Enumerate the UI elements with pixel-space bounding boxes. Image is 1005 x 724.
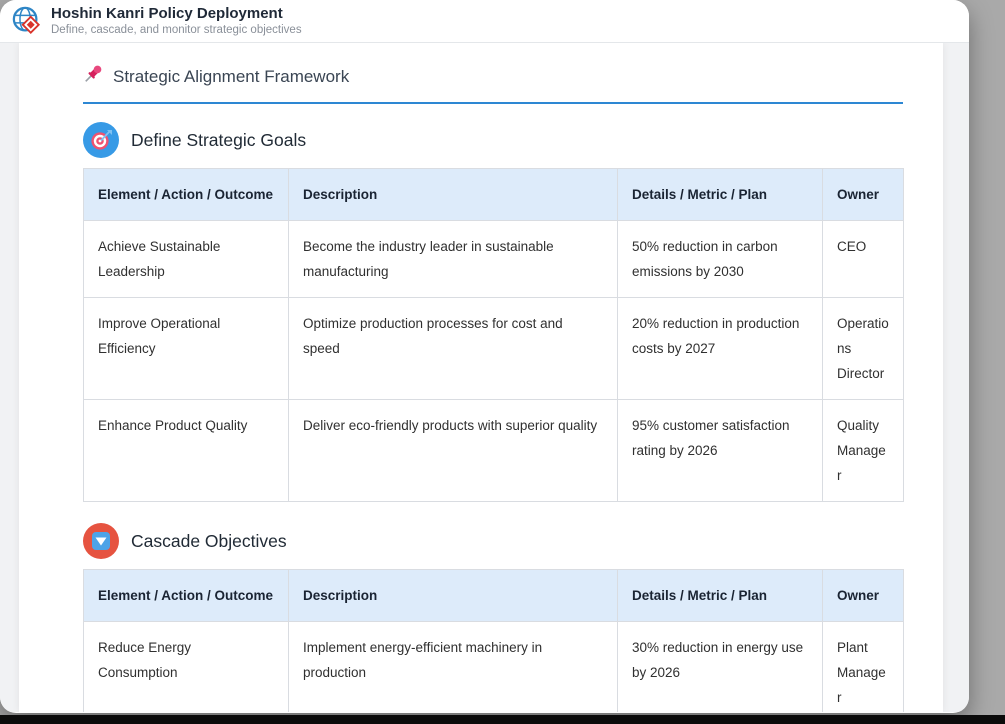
main-heading-text: Strategic Alignment Framework <box>113 67 349 87</box>
main-heading: Strategic Alignment Framework <box>83 43 903 89</box>
define-goals-table: Element / Action / OutcomeDescriptionDet… <box>83 168 904 502</box>
table-row: Achieve Sustainable LeadershipBecome the… <box>84 221 904 298</box>
app-subtitle: Define, cascade, and monitor strategic o… <box>51 24 302 37</box>
column-header: Element / Action / Outcome <box>84 169 289 221</box>
app-header: Hoshin Kanri Policy Deployment Define, c… <box>0 0 969 43</box>
app-logo-icon <box>12 6 42 36</box>
section-title: Define Strategic Goals <box>131 130 306 151</box>
column-header: Description <box>289 169 618 221</box>
table-cell: Improve Operational Efficiency <box>84 298 289 400</box>
screen-bottom-edge <box>0 715 1005 724</box>
table-cell: Become the industry leader in sustainabl… <box>289 221 618 298</box>
table-cell: Reduce Energy Consumption <box>84 622 289 713</box>
table-cell: Achieve Sustainable Leadership <box>84 221 289 298</box>
table-cell: 50% reduction in carbon emissions by 203… <box>618 221 823 298</box>
table-cell: 30% reduction in energy use by 2026 <box>618 622 823 713</box>
column-header: Details / Metric / Plan <box>618 169 823 221</box>
table-row: Enhance Product QualityDeliver eco-frien… <box>84 400 904 502</box>
down-triangle-icon <box>83 523 119 559</box>
table-cell: Implement energy-efficient machinery in … <box>289 622 618 713</box>
table-cell: Plant Manager <box>823 622 904 713</box>
table-cell: CEO <box>823 221 904 298</box>
table-cell: 95% customer satisfaction rating by 2026 <box>618 400 823 502</box>
column-header: Element / Action / Outcome <box>84 570 289 622</box>
column-header: Details / Metric / Plan <box>618 570 823 622</box>
table-header-row: Element / Action / OutcomeDescriptionDet… <box>84 169 904 221</box>
pushpin-icon <box>83 64 103 89</box>
table-cell: Enhance Product Quality <box>84 400 289 502</box>
page-scroll-area[interactable]: Strategic Alignment Framework <box>0 43 969 712</box>
app-header-titles: Hoshin Kanri Policy Deployment Define, c… <box>51 5 302 37</box>
table-cell: Deliver eco-friendly products with super… <box>289 400 618 502</box>
heading-divider <box>83 102 903 104</box>
column-header: Description <box>289 570 618 622</box>
column-header: Owner <box>823 570 904 622</box>
target-icon <box>83 122 119 158</box>
section-define-strategic-goals: Define Strategic Goals Element / Action … <box>83 122 903 502</box>
table-cell: Optimize production processes for cost a… <box>289 298 618 400</box>
app-window: Hoshin Kanri Policy Deployment Define, c… <box>0 0 969 713</box>
column-header: Owner <box>823 169 904 221</box>
section-cascade-objectives: Cascade Objectives Element / Action / Ou… <box>83 523 903 712</box>
section-title: Cascade Objectives <box>131 531 287 552</box>
table-row: Improve Operational EfficiencyOptimize p… <box>84 298 904 400</box>
table-row: Reduce Energy ConsumptionImplement energ… <box>84 622 904 713</box>
content-card: Strategic Alignment Framework <box>19 43 943 712</box>
table-cell: Operations Director <box>823 298 904 400</box>
table-header-row: Element / Action / OutcomeDescriptionDet… <box>84 570 904 622</box>
cascade-objectives-table: Element / Action / OutcomeDescriptionDet… <box>83 569 904 712</box>
table-cell: 20% reduction in production costs by 202… <box>618 298 823 400</box>
table-cell: Quality Manager <box>823 400 904 502</box>
app-title: Hoshin Kanri Policy Deployment <box>51 5 302 22</box>
